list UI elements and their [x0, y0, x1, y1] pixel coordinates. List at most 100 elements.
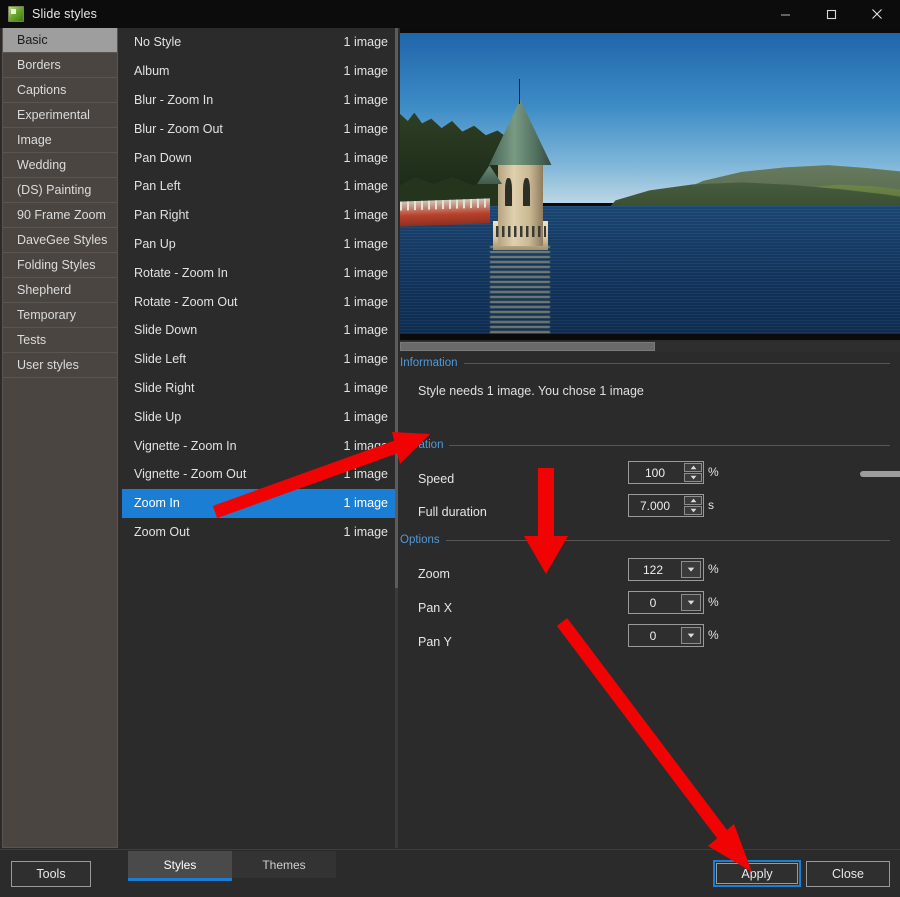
speed-slider-track[interactable]	[860, 471, 900, 477]
speed-spin-buttons[interactable]	[683, 462, 703, 483]
style-name: Rotate - Zoom In	[134, 265, 228, 280]
style-row[interactable]: Rotate - Zoom Out 1 image	[122, 287, 398, 316]
style-row[interactable]: Pan Left 1 image	[122, 172, 398, 201]
style-image-count: 1 image	[343, 467, 388, 482]
group-divider	[445, 539, 890, 541]
speed-value-spinner[interactable]: 100	[628, 461, 704, 484]
style-name: Slide Right	[134, 380, 195, 395]
sidebar-item-basic[interactable]: Basic	[3, 28, 117, 53]
tools-button[interactable]: Tools	[11, 861, 91, 887]
sidebar-item-user-styles[interactable]: User styles	[3, 353, 117, 378]
style-row[interactable]: Album 1 image	[122, 57, 398, 86]
style-name: Vignette - Zoom Out	[134, 467, 247, 482]
style-row[interactable]: Slide Down 1 image	[122, 316, 398, 345]
maximize-icon[interactable]	[808, 0, 854, 28]
full-duration-unit: s	[708, 498, 714, 512]
preview-scrollbar-thumb[interactable]	[400, 342, 655, 351]
sidebar-item-captions[interactable]: Captions	[3, 78, 117, 103]
title-bar: Slide styles	[0, 0, 900, 28]
style-name: Vignette - Zoom In	[134, 438, 237, 453]
style-row[interactable]: Pan Up 1 image	[122, 230, 398, 259]
chevron-down-icon[interactable]	[681, 627, 701, 644]
style-image-count: 1 image	[343, 265, 388, 280]
sidebar-item-folding-styles[interactable]: Folding Styles	[3, 253, 117, 278]
style-image-count: 1 image	[343, 64, 388, 79]
style-name: Pan Up	[134, 236, 176, 251]
style-row[interactable]: Blur - Zoom Out 1 image	[122, 114, 398, 143]
chevron-down-icon[interactable]	[681, 594, 701, 611]
speed-unit: %	[708, 465, 719, 479]
slide-styles-window: Slide styles Basic Borders Captions Experim…	[0, 0, 900, 897]
style-name: Zoom Out	[134, 524, 190, 539]
zoom-value[interactable]: 122	[629, 559, 679, 580]
tab-themes[interactable]: Themes	[232, 851, 336, 878]
window-controls	[762, 0, 900, 28]
style-row[interactable]: No Style 1 image	[122, 28, 398, 57]
style-name: Blur - Zoom In	[134, 92, 214, 107]
minimize-icon[interactable]	[762, 0, 808, 28]
style-row[interactable]: Rotate - Zoom In 1 image	[122, 258, 398, 287]
spin-up-icon[interactable]	[684, 496, 702, 505]
style-image-count: 1 image	[343, 323, 388, 338]
style-list[interactable]: No Style 1 image Album 1 image Blur - Zoom I…	[122, 28, 398, 848]
style-row[interactable]: Pan Right 1 image	[122, 201, 398, 230]
spin-down-icon[interactable]	[684, 506, 702, 515]
style-row[interactable]: Slide Right 1 image	[122, 374, 398, 403]
style-image-count: 1 image	[343, 352, 388, 367]
zoom-combo[interactable]: 122	[628, 558, 704, 581]
style-name: Pan Left	[134, 179, 181, 194]
scrollbar-thumb[interactable]	[395, 28, 398, 588]
pan-y-combo[interactable]: 0	[628, 624, 704, 647]
information-text: Style needs 1 image. You chose 1 image	[418, 384, 644, 398]
sidebar-item-shepherd[interactable]: Shepherd	[3, 278, 117, 303]
chevron-down-icon[interactable]	[681, 561, 701, 578]
speed-slider[interactable]	[860, 471, 900, 477]
pan-x-combo[interactable]: 0	[628, 591, 704, 614]
style-row[interactable]: Vignette - Zoom Out 1 image	[122, 460, 398, 489]
category-sidebar: Basic Borders Captions Experimental Image Wed…	[2, 28, 118, 848]
sidebar-item-temporary[interactable]: Temporary	[3, 303, 117, 328]
style-list-scrollbar[interactable]	[395, 28, 398, 848]
pan-x-value[interactable]: 0	[629, 592, 679, 613]
duration-group-title: Duration	[400, 439, 444, 451]
sidebar-item-image[interactable]: Image	[3, 128, 117, 153]
speed-value[interactable]: 100	[629, 462, 683, 483]
preview-horizontal-scrollbar[interactable]	[400, 341, 900, 352]
full-duration-spin-buttons[interactable]	[683, 495, 703, 516]
apply-button[interactable]: Apply	[716, 863, 798, 884]
style-image-count: 1 image	[343, 208, 388, 223]
spin-down-icon[interactable]	[684, 473, 702, 482]
information-group: Information Style needs 1 image. You cho…	[400, 356, 890, 398]
sidebar-item-davegee-styles[interactable]: DaveGee Styles	[3, 228, 117, 253]
close-icon[interactable]	[854, 0, 900, 28]
style-image-count: 1 image	[343, 92, 388, 107]
style-row[interactable]: Vignette - Zoom In 1 image	[122, 431, 398, 460]
style-name: Slide Down	[134, 323, 198, 338]
style-image-count: 1 image	[343, 236, 388, 251]
style-row[interactable]: Pan Down 1 image	[122, 143, 398, 172]
style-row[interactable]: Zoom Out 1 image	[122, 518, 398, 547]
tab-styles[interactable]: Styles	[128, 851, 232, 881]
sidebar-item-borders[interactable]: Borders	[3, 53, 117, 78]
style-row[interactable]: Slide Up 1 image	[122, 402, 398, 431]
pan-y-value[interactable]: 0	[629, 625, 679, 646]
photo-tower-windows	[500, 177, 540, 206]
sidebar-item-wedding[interactable]: Wedding	[3, 153, 117, 178]
style-image-count: 1 image	[343, 179, 388, 194]
style-image-count: 1 image	[343, 524, 388, 539]
sidebar-item-ds-painting[interactable]: (DS) Painting	[3, 178, 117, 203]
group-divider	[463, 362, 890, 364]
full-duration-spinner[interactable]: 7.000	[628, 494, 704, 517]
sidebar-item-90-frame-zoom[interactable]: 90 Frame Zoom	[3, 203, 117, 228]
photo-tower-arcade	[496, 226, 546, 238]
spin-up-icon[interactable]	[684, 463, 702, 472]
style-row[interactable]: Zoom In 1 image	[122, 488, 398, 518]
pan-y-unit: %	[708, 628, 719, 642]
full-duration-value[interactable]: 7.000	[629, 495, 683, 516]
style-row[interactable]: Blur - Zoom In 1 image	[122, 86, 398, 115]
style-row[interactable]: Slide Left 1 image	[122, 345, 398, 374]
sidebar-item-experimental[interactable]: Experimental	[3, 103, 117, 128]
close-button[interactable]: Close	[806, 861, 890, 887]
sidebar-item-tests[interactable]: Tests	[3, 328, 117, 353]
photo-lake	[400, 205, 900, 340]
